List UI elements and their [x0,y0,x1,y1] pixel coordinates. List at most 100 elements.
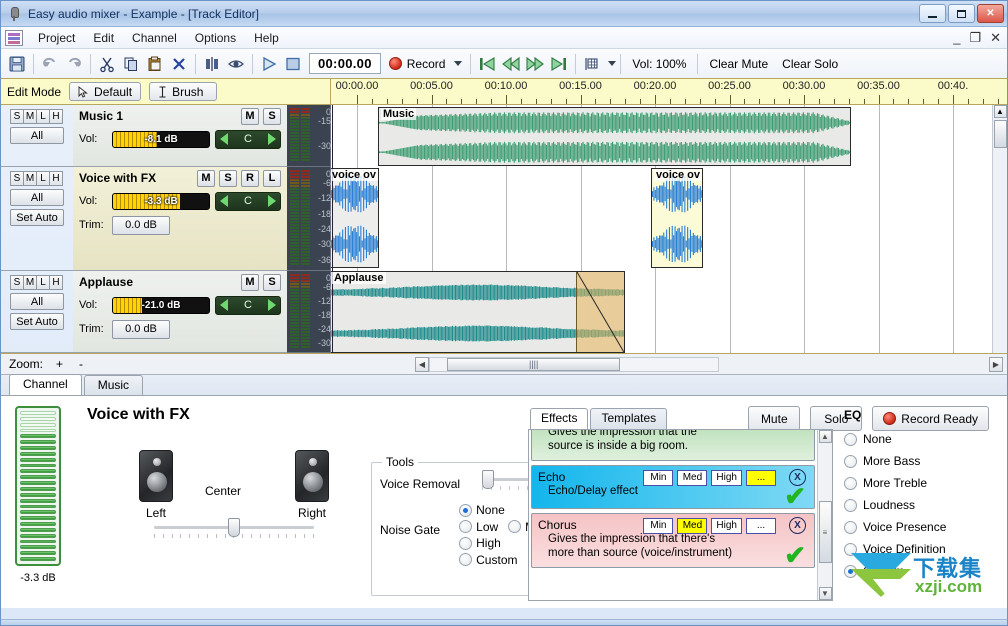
eq-option-more-treble[interactable]: More Treble [844,472,1004,494]
menu-item-project[interactable]: Project [29,28,84,48]
scroll-up-arrow-icon[interactable]: ▲ [994,105,1007,118]
undo-icon[interactable] [38,52,62,76]
audio-clip[interactable]: Applause [331,271,625,353]
track-flag-h[interactable]: H [49,275,63,290]
copy-icon[interactable] [119,52,143,76]
effects-scroll-up-icon[interactable]: ▲ [819,430,832,443]
effect-remove-icon[interactable]: X [789,517,806,534]
pan-right-arrow-icon[interactable] [268,195,276,207]
pan-left-arrow-icon[interactable] [220,195,228,207]
scroll-track[interactable]: |||| [429,357,719,372]
effect-preset-min[interactable]: Min [643,518,673,534]
mdi-close-button[interactable]: ✕ [990,33,1001,43]
effect-preset-min[interactable]: Min [643,470,673,486]
track-m-button[interactable]: M [241,108,259,125]
grid-chevron-down-icon[interactable] [608,61,616,66]
track-name[interactable]: Music 1 [79,109,237,123]
track-s-button[interactable]: S [219,170,237,187]
track-s-button[interactable]: S [263,274,281,291]
horizontal-scrollbar[interactable]: ◀ |||| ▶ [100,357,1003,372]
track-flag-l[interactable]: L [36,275,50,290]
minimize-button[interactable] [919,4,946,23]
track-flag-s[interactable]: S [10,109,24,124]
audio-clip[interactable]: voice ov [651,168,703,268]
effect-enabled-check-icon[interactable]: ✔ [784,545,806,565]
fast-forward-icon[interactable] [523,52,547,76]
eq-option-loudness[interactable]: Loudness [844,494,1004,516]
channel-fader[interactable] [15,406,61,566]
play-icon[interactable] [257,52,281,76]
track-flag-m[interactable]: M [23,275,37,290]
eq-option-none[interactable]: None [844,428,1004,450]
effect-preset-med[interactable]: Med [677,518,707,534]
paste-icon[interactable] [143,52,167,76]
track-set-auto-button[interactable]: Set Auto [10,209,64,226]
pan-left-arrow-icon[interactable] [220,133,228,145]
effects-scrollbar[interactable]: ▲ ≡ ▼ [817,430,832,600]
effect-item[interactable]: Gives the impression that the source is i… [531,430,815,461]
track-flag-m[interactable]: M [23,109,37,124]
tab-effects[interactable]: Effects [530,408,588,429]
zoom-in-button[interactable]: + [53,357,66,371]
radio-icon[interactable] [844,455,857,468]
radio-icon[interactable] [844,433,857,446]
radio-icon[interactable] [844,499,857,512]
track-pan-control[interactable]: C [215,192,281,211]
clip-fade-out[interactable] [576,272,624,352]
split-icon[interactable] [200,52,224,76]
track-m-button[interactable]: M [241,274,259,291]
track-volume-slider[interactable]: -3.3 dB [112,193,210,210]
grid-icon[interactable] [580,52,604,76]
track-flag-l[interactable]: L [36,171,50,186]
track-all-button[interactable]: All [10,127,64,144]
chevron-down-icon[interactable] [454,61,462,66]
track-flag-h[interactable]: H [49,109,63,124]
tab-music[interactable]: Music [84,375,143,395]
track-all-button[interactable]: All [10,293,64,310]
track-set-auto-button[interactable]: Set Auto [10,313,64,330]
eq-option-more-bass[interactable]: More Bass [844,450,1004,472]
timeline-ruler[interactable]: 00:00.00 00:05.00 00:10.00 00:15.00 00:20.00… [331,79,1007,104]
effect-preset-med[interactable]: Med [677,470,707,486]
effects-scroll-thumb[interactable]: ≡ [819,501,832,563]
noise-gate-option-high[interactable]: High [459,536,501,550]
effect-enabled-check-icon[interactable]: ✔ [784,486,806,506]
pan-right-arrow-icon[interactable] [268,133,276,145]
effect-preset-high[interactable]: High [711,470,742,486]
track-flag-s[interactable]: S [10,171,24,186]
track-all-button[interactable]: All [10,189,64,206]
eq-option-voice-definition[interactable]: Voice Definition [844,538,1004,560]
save-icon[interactable] [5,52,29,76]
eq-option-custom[interactable]: Custom [844,560,1004,582]
pan-left-arrow-icon[interactable] [220,299,228,311]
pan-right-arrow-icon[interactable] [268,299,276,311]
effect-preset-moremoremore[interactable]: ... [746,518,776,534]
track-pan-control[interactable]: C [215,130,281,149]
noise-gate-option-low[interactable]: Low [459,520,498,534]
menu-item-help[interactable]: Help [245,28,288,48]
vertical-scroll-thumb[interactable] [994,120,1007,148]
track-trim-value[interactable]: 0.0 dB [112,320,170,339]
tab-templates[interactable]: Templates [590,408,667,429]
track-volume-slider[interactable]: -21.0 dB [112,297,210,314]
radio-icon[interactable] [844,521,857,534]
radio-icon[interactable] [844,543,857,556]
playhead[interactable] [332,105,333,353]
track-pan-control[interactable]: C [215,296,281,315]
track-trim-value[interactable]: 0.0 dB [112,216,170,235]
radio-icon[interactable] [459,504,472,517]
track-flag-h[interactable]: H [49,171,63,186]
waveform-canvas[interactable]: Music voice ov voice ov Applause ▲ [331,105,1007,353]
scroll-thumb[interactable]: |||| [447,358,620,371]
track-flag-l[interactable]: L [36,109,50,124]
menu-item-channel[interactable]: Channel [123,28,186,48]
vertical-scrollbar[interactable]: ▲ [992,105,1007,353]
clear-solo-button[interactable]: Clear Solo [775,57,845,71]
delete-icon[interactable] [167,52,191,76]
track-m-button[interactable]: M [197,170,215,187]
scroll-left-arrow-icon[interactable]: ◀ [415,357,429,372]
track-l-button[interactable]: L [263,170,281,187]
stop-icon[interactable] [281,52,305,76]
track-volume-slider[interactable]: -8.1 dB [112,131,210,148]
rewind-icon[interactable] [499,52,523,76]
